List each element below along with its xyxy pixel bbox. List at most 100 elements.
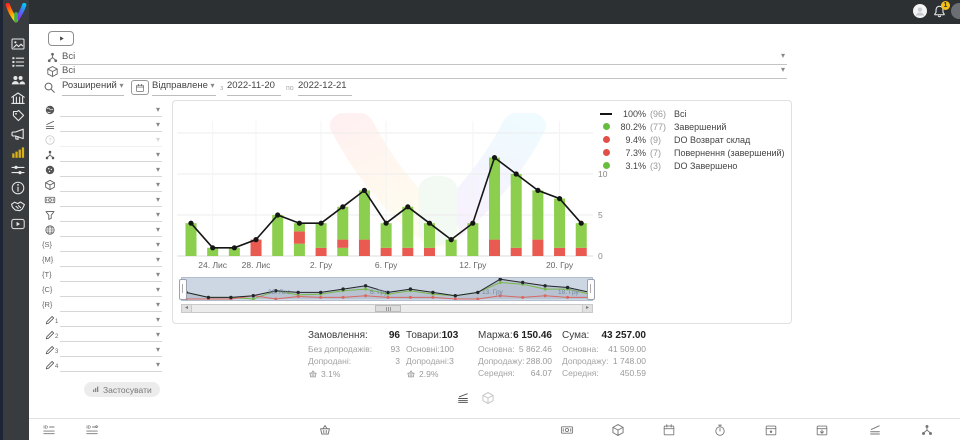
package-icon[interactable] [611,423,625,437]
id-contact-icon[interactable]: ID [85,423,99,437]
apply-button[interactable]: Застосувати [84,382,160,397]
legend-count: (9) [650,135,674,145]
legend-entry[interactable]: 100%(96)Всі [599,107,785,120]
filter-select[interactable]: ▾ [60,164,162,177]
date-to-value: 2022-12-21 [298,80,347,91]
handshake-icon[interactable] [10,198,26,214]
filter-select[interactable]: ▾ [60,329,162,342]
list-view-icon[interactable] [456,391,470,405]
filter-select[interactable]: ▾ [60,179,162,192]
clients-icon[interactable] [10,72,26,88]
filter-select[interactable]: ▾ [60,239,162,252]
brand-logo-icon[interactable] [5,3,27,23]
left-accent-strip [0,0,3,440]
chart-overview[interactable]: 28. Лис6. Гру13. Гру18. Гру [181,277,593,301]
date-to-input[interactable]: 2022-12-21 [298,80,352,96]
bar-segment [576,248,587,256]
filter-row: ▾ [29,209,164,223]
scroll-right-arrow[interactable]: ▸ [582,305,592,312]
video-help-button[interactable] [48,31,74,46]
calendar-icon[interactable] [131,80,149,95]
id-list-icon[interactable]: ID [42,423,56,437]
image-card-icon[interactable] [10,36,26,52]
stat-column: Сума:43 257.00Основна:41 509.00Допродажу… [562,330,646,380]
stopwatch-icon[interactable] [713,423,727,437]
statistics-icon[interactable] [10,144,26,160]
scroll-left-arrow[interactable]: ◂ [182,305,192,312]
legend-entry[interactable]: 80.2%(77)Завершений [599,120,785,133]
pencil-icon [44,314,56,326]
orders-list-icon[interactable] [10,54,26,70]
data-point [340,204,345,209]
filter-select[interactable]: ▾ [60,344,162,357]
legend-entry[interactable]: 9.4%(9)DO Возврат склад [599,133,785,146]
announce-icon[interactable] [10,126,26,142]
filter-select[interactable]: ▾ [60,209,162,222]
brackets-m-icon: {M} [42,255,53,264]
bar-segment [532,190,543,239]
tune-icon[interactable] [10,162,26,178]
profile-circle-icon[interactable] [951,3,960,19]
filter-select[interactable]: ▾ [60,269,162,282]
legend-pct: 100% [616,109,646,119]
stat-sub-value: 100 [440,344,454,356]
bar-segment [294,231,305,243]
search-mode-value: Розширений [62,80,117,91]
date-type-select[interactable]: Відправлене ▾ [152,80,216,96]
filter-select[interactable]: ▾ [60,119,162,132]
legend-label: Всі [674,109,785,119]
package-view-icon[interactable] [481,391,495,405]
filter-select[interactable]: ▾ [60,299,162,312]
overview-left-handle[interactable] [179,279,187,300]
filter-lines-icon [44,119,56,131]
data-point [492,155,497,160]
filter-select[interactable]: ▾ [60,194,162,207]
stat-sub-label: Основна: [478,344,515,356]
legend-pct: 80.2% [616,122,646,132]
date-from-input[interactable]: 2022-11-20 [227,80,281,96]
filter-select[interactable]: ▾ [60,314,162,327]
filter-select[interactable]: ▾ [60,104,162,117]
legend-pct: 3.1% [616,161,646,171]
calendar-icon[interactable] [662,423,676,437]
filter-lines-icon[interactable] [868,423,882,437]
legend-entry[interactable]: 7.3%(7)Повернення (завершений) [599,146,785,159]
legend-dot-swatch [599,162,613,169]
calendar-dot-icon[interactable] [764,423,778,437]
data-point [470,221,475,226]
info-icon[interactable] [10,180,26,196]
video-icon[interactable] [10,216,26,232]
bar-segment [489,240,500,256]
banknote-icon[interactable] [560,423,574,437]
legend-entry[interactable]: 3.1%(3)DO Завершено [599,159,785,172]
chevron-down-icon: ▾ [156,285,160,294]
calendar-export-icon[interactable] [815,423,829,437]
legend-line-swatch [599,113,613,115]
bar-segment [402,248,413,256]
banknote-icon [44,194,56,206]
search-mode-select[interactable]: Розширений ▾ [62,80,124,96]
warehouse-icon[interactable] [10,90,26,106]
scrollbar-grip[interactable] [375,305,401,312]
price-tag-icon[interactable] [10,108,26,124]
stat-sub-label: Основна: [562,344,599,356]
globe-icon [44,104,56,116]
avatar-icon[interactable] [912,3,928,19]
chevron-down-icon: ▾ [156,270,160,279]
chart-card: 051024. Лис28. Лис2. Гру6. Гру12. Гру20.… [172,100,792,324]
filter-select[interactable]: ▾ [60,284,162,297]
funnel-icon [44,209,56,221]
overview-right-handle[interactable] [587,279,595,300]
sitemap-icon[interactable] [920,423,934,437]
filter-row: ▾ [29,224,164,238]
basket-icon[interactable] [318,423,332,437]
overview-tick-label: 28. Лис [268,289,290,296]
product-select[interactable]: Всі ▾ [60,64,787,79]
filter-select[interactable]: ▾ [60,134,162,147]
filter-select[interactable]: ▾ [60,224,162,237]
overview-scrollbar[interactable]: ◂ ▸ [181,304,593,313]
filter-select[interactable]: ▾ [60,149,162,162]
source-select[interactable]: Всі ▾ [60,50,787,65]
filter-select[interactable]: ▾ [60,254,162,267]
filter-select[interactable]: ▾ [60,359,162,372]
